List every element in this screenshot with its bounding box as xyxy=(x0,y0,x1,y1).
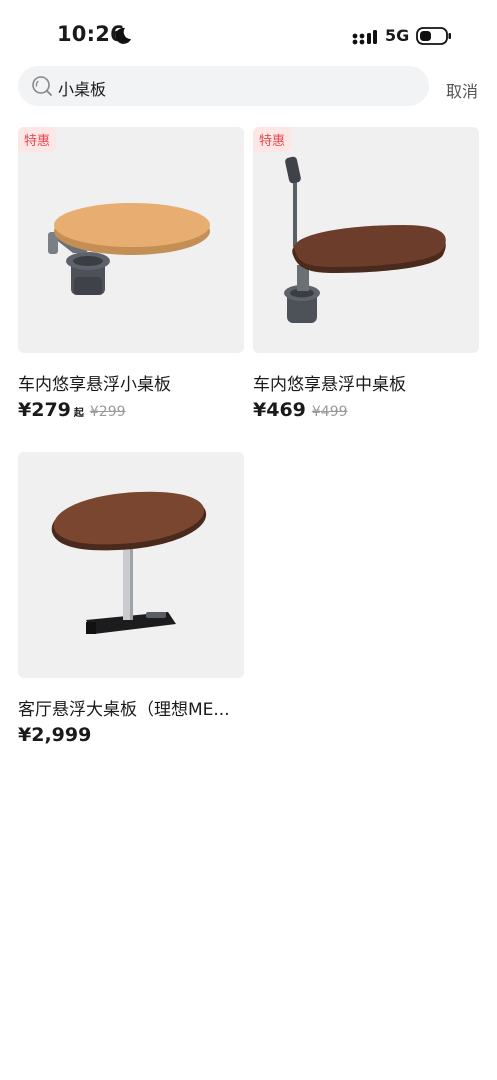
price-row: ¥469 ¥499 xyxy=(253,399,348,421)
network-label: 5G xyxy=(385,26,410,45)
current-price: ¥469 xyxy=(253,399,306,421)
search-query: 小桌板 xyxy=(58,80,107,99)
small-table-image xyxy=(48,203,210,295)
product-title[interactable]: 车内悠享悬浮中桌板 xyxy=(253,370,485,395)
moon-icon xyxy=(114,27,132,45)
price-row: ¥279 起 ¥299 xyxy=(18,399,126,421)
current-price: ¥2,999 xyxy=(18,724,92,746)
current-price: ¥279 xyxy=(18,399,71,421)
product-card[interactable]: 客厅悬浮大桌板（理想ME... ¥2,999 xyxy=(18,452,244,752)
battery-icon xyxy=(416,26,452,46)
search-input[interactable]: 小桌板 xyxy=(18,66,429,106)
signal-icon xyxy=(352,29,378,45)
search-icon xyxy=(31,75,53,97)
product-image[interactable]: 特惠 xyxy=(18,127,244,353)
product-title[interactable]: 车内悠享悬浮小桌板 xyxy=(18,370,250,395)
price-suffix: 起 xyxy=(73,408,84,419)
large-table-image xyxy=(51,491,207,634)
product-image[interactable]: 特惠 xyxy=(253,127,479,353)
product-title[interactable]: 客厅悬浮大桌板（理想ME... xyxy=(18,695,250,720)
promo-tag: 特惠 xyxy=(18,127,57,152)
original-price: ¥299 xyxy=(89,404,126,420)
product-image[interactable] xyxy=(18,452,244,678)
cancel-button[interactable]: 取消 xyxy=(446,78,478,102)
product-card[interactable]: 特惠 车内悠享悬浮小桌板 ¥279 起 ¥299 xyxy=(18,127,244,427)
price-row: ¥2,999 xyxy=(18,724,91,746)
promo-tag: 特惠 xyxy=(253,127,292,152)
original-price: ¥499 xyxy=(311,404,348,420)
status-bar: 10:26 5G xyxy=(0,0,497,64)
product-card[interactable]: 特惠 车内悠享悬浮中桌板 ¥469 ¥499 xyxy=(253,127,479,427)
medium-table-image xyxy=(284,156,446,323)
